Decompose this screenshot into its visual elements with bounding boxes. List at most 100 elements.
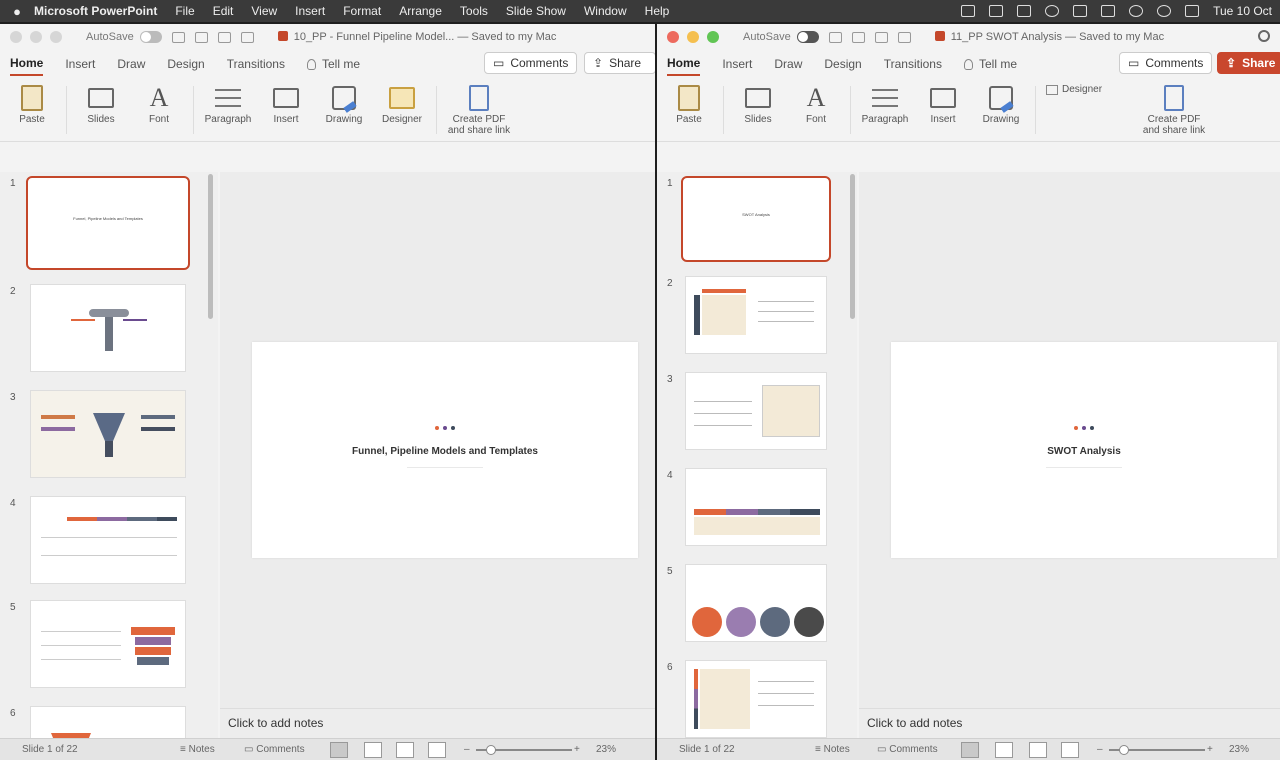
notes-pane[interactable]: Click to add notes <box>859 708 1280 738</box>
slide-thumbnail-6[interactable] <box>685 660 827 738</box>
tab-transitions[interactable]: Transitions <box>227 53 285 75</box>
tab-draw[interactable]: Draw <box>774 53 802 75</box>
ribbon-insert[interactable]: Insert <box>262 82 310 125</box>
minimize-window-icon[interactable] <box>30 31 42 43</box>
ribbon-designer[interactable]: Designer <box>1046 84 1102 95</box>
bookmark-status-icon[interactable] <box>1017 5 1032 17</box>
tab-home[interactable]: Home <box>667 52 701 76</box>
slide-title[interactable]: SWOT Analysis <box>891 446 1277 457</box>
thumbnail-scrollbar[interactable] <box>208 174 213 319</box>
comments-toggle[interactable]: ▭ Comments <box>244 744 305 755</box>
slide-thumbnail-4[interactable] <box>685 468 827 546</box>
menu-help[interactable]: Help <box>645 4 670 18</box>
tab-insert[interactable]: Insert <box>722 53 752 75</box>
thumbnail-scrollbar[interactable] <box>850 174 855 319</box>
apple-icon[interactable]: ● <box>0 4 34 19</box>
reading-view-button[interactable] <box>1029 742 1047 758</box>
menu-file[interactable]: File <box>175 4 194 18</box>
menu-tools[interactable]: Tools <box>460 4 488 18</box>
tell-me-search[interactable]: Tell me <box>963 57 1017 71</box>
tab-home[interactable]: Home <box>10 52 44 76</box>
slide-subtitle[interactable]: ――――――――――――――――――― <box>252 464 638 469</box>
slide-thumbnail-2[interactable] <box>30 284 186 372</box>
search-icon[interactable] <box>1258 30 1270 42</box>
current-slide[interactable]: SWOT Analysis ――――――――――――――――――― <box>891 342 1277 558</box>
zoom-window-icon[interactable] <box>50 31 62 43</box>
tab-transitions[interactable]: Transitions <box>884 53 942 75</box>
wifi-icon[interactable] <box>1129 5 1144 17</box>
ribbon-font[interactable]: A Font <box>135 82 183 125</box>
menu-format[interactable]: Format <box>343 4 381 18</box>
spotlight-search-icon[interactable] <box>1157 5 1172 17</box>
slideshow-button[interactable] <box>1061 742 1079 758</box>
normal-view-button[interactable] <box>330 742 348 758</box>
slide-sorter-view-button[interactable] <box>364 742 382 758</box>
home-icon[interactable] <box>171 31 185 43</box>
zoom-in-button[interactable]: + <box>1207 744 1213 755</box>
tab-insert[interactable]: Insert <box>65 53 95 75</box>
zoom-slider-knob[interactable] <box>1119 745 1129 755</box>
slideshow-button[interactable] <box>428 742 446 758</box>
dropbox-status-icon[interactable] <box>989 5 1004 17</box>
current-slide[interactable]: Funnel, Pipeline Models and Templates ――… <box>252 342 638 558</box>
comments-toggle[interactable]: ▭ Comments <box>877 744 938 755</box>
normal-view-button[interactable] <box>961 742 979 758</box>
save-icon[interactable] <box>851 31 865 43</box>
zoom-in-button[interactable]: + <box>574 744 580 755</box>
ribbon-paragraph[interactable]: Paragraph <box>861 82 909 125</box>
menu-window[interactable]: Window <box>584 4 627 18</box>
ribbon-insert[interactable]: Insert <box>919 82 967 125</box>
zoom-out-button[interactable]: – <box>464 744 470 755</box>
ribbon-designer[interactable]: Designer <box>378 82 426 125</box>
notes-pane[interactable]: Click to add notes <box>220 708 655 738</box>
slide-title[interactable]: Funnel, Pipeline Models and Templates <box>252 446 638 457</box>
redo-icon[interactable] <box>240 31 254 43</box>
comments-button[interactable]: ▭ Comments <box>1119 52 1213 74</box>
close-window-icon[interactable] <box>667 31 679 43</box>
tell-me-search[interactable]: Tell me <box>306 57 360 71</box>
comments-button[interactable]: ▭ Comments <box>484 52 578 74</box>
control-center-icon[interactable] <box>1185 5 1200 17</box>
save-icon[interactable] <box>194 31 208 43</box>
ribbon-drawing[interactable]: Drawing <box>977 82 1025 125</box>
slide-thumbnail-1[interactable]: Funnel, Pipeline Models and Templates <box>26 176 190 270</box>
ribbon-paste[interactable]: Paste <box>8 82 56 125</box>
pen-status-icon[interactable] <box>961 5 976 17</box>
reading-view-button[interactable] <box>396 742 414 758</box>
tab-design[interactable]: Design <box>824 53 861 75</box>
slide-thumbnail-3[interactable] <box>30 390 186 478</box>
battery-status-icon[interactable] <box>1101 5 1116 17</box>
undo-icon[interactable] <box>874 31 888 43</box>
autosave-toggle[interactable] <box>796 31 819 43</box>
notes-toggle[interactable]: ≡ Notes <box>180 744 215 755</box>
menu-insert[interactable]: Insert <box>295 4 325 18</box>
redo-icon[interactable] <box>897 31 911 43</box>
ribbon-slides[interactable]: Slides <box>734 82 782 125</box>
slide-sorter-view-button[interactable] <box>995 742 1013 758</box>
menu-view[interactable]: View <box>251 4 277 18</box>
ribbon-slides[interactable]: Slides <box>77 82 125 125</box>
ribbon-paste[interactable]: Paste <box>665 82 713 125</box>
tab-design[interactable]: Design <box>167 53 204 75</box>
zoom-level[interactable]: 23% <box>1229 744 1249 755</box>
share-button[interactable]: ⇪ Share <box>1217 52 1280 74</box>
slide-thumbnail-5[interactable] <box>30 600 186 688</box>
sync-status-icon[interactable] <box>1045 5 1060 17</box>
zoom-slider-knob[interactable] <box>486 745 496 755</box>
menu-clock[interactable]: Tue 10 Oct <box>1213 4 1272 18</box>
menu-app-name[interactable]: Microsoft PowerPoint <box>34 4 157 18</box>
home-icon[interactable] <box>828 31 842 43</box>
zoom-level[interactable]: 23% <box>596 744 616 755</box>
zoom-window-icon[interactable] <box>707 31 719 43</box>
slide-thumbnail-1[interactable]: SWOT Analysis <box>681 176 831 262</box>
notes-placeholder[interactable]: Click to add notes <box>228 716 323 730</box>
zoom-out-button[interactable]: – <box>1097 744 1103 755</box>
slide-thumbnail-6[interactable] <box>30 706 186 738</box>
slide-thumbnail-5[interactable] <box>685 564 827 642</box>
autosave-toggle[interactable] <box>139 31 162 43</box>
close-window-icon[interactable] <box>10 31 22 43</box>
slide-thumbnail-2[interactable] <box>685 276 827 354</box>
monitor-status-icon[interactable] <box>1073 5 1088 17</box>
undo-icon[interactable] <box>217 31 231 43</box>
slide-thumbnail-4[interactable] <box>30 496 186 584</box>
